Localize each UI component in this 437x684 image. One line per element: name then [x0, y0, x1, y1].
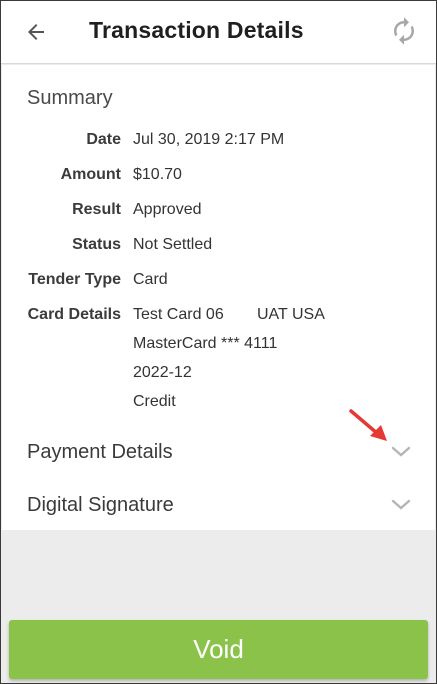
chevron-down-icon — [391, 499, 411, 510]
app-header: Transaction Details — [1, 1, 436, 64]
red-pointer-arrow-icon — [349, 409, 387, 441]
tender-type-label: Tender Type — [28, 271, 121, 288]
status-row: Status Not Settled — [2, 236, 435, 262]
chevron-down-icon — [391, 446, 411, 457]
void-button[interactable]: Void — [9, 620, 428, 679]
refresh-button[interactable] — [386, 13, 422, 49]
refresh-icon — [394, 17, 414, 45]
card-type-value: Credit — [133, 393, 176, 410]
amount-label: Amount — [60, 166, 121, 183]
amount-value: $10.70 — [133, 166, 182, 183]
result-value: Approved — [133, 201, 202, 218]
card-environment-value: UAT USA — [257, 306, 325, 323]
digital-signature-title: Digital Signature — [27, 494, 174, 516]
transaction-card: Summary Date Jul 30, 2019 2:17 PM Amount… — [2, 65, 435, 530]
back-button[interactable] — [19, 15, 53, 49]
status-value: Not Settled — [133, 236, 213, 253]
date-value: Jul 30, 2019 2:17 PM — [133, 131, 285, 148]
date-row: Date Jul 30, 2019 2:17 PM — [2, 131, 435, 157]
card-expiry-value: 2022-12 — [133, 364, 192, 381]
payment-details-title: Payment Details — [27, 441, 173, 463]
digital-signature-section[interactable]: Digital Signature — [2, 484, 435, 528]
status-label: Status — [72, 236, 121, 253]
card-number-value: MasterCard *** 4111 — [133, 335, 278, 352]
tender-type-value: Card — [133, 271, 168, 288]
tender-type-row: Tender Type Card — [2, 271, 435, 297]
amount-row: Amount $10.70 — [2, 166, 435, 192]
back-arrow-icon — [28, 24, 44, 40]
result-row: Result Approved — [2, 201, 435, 227]
summary-heading: Summary — [27, 87, 113, 109]
result-label: Result — [72, 201, 121, 218]
date-label: Date — [86, 131, 121, 148]
card-name-value: Test Card 06 — [133, 306, 224, 323]
page-title: Transaction Details — [89, 17, 304, 43]
card-details-label: Card Details — [27, 306, 121, 323]
app-screen: Transaction Details Summary Date Jul 30,… — [0, 0, 437, 684]
